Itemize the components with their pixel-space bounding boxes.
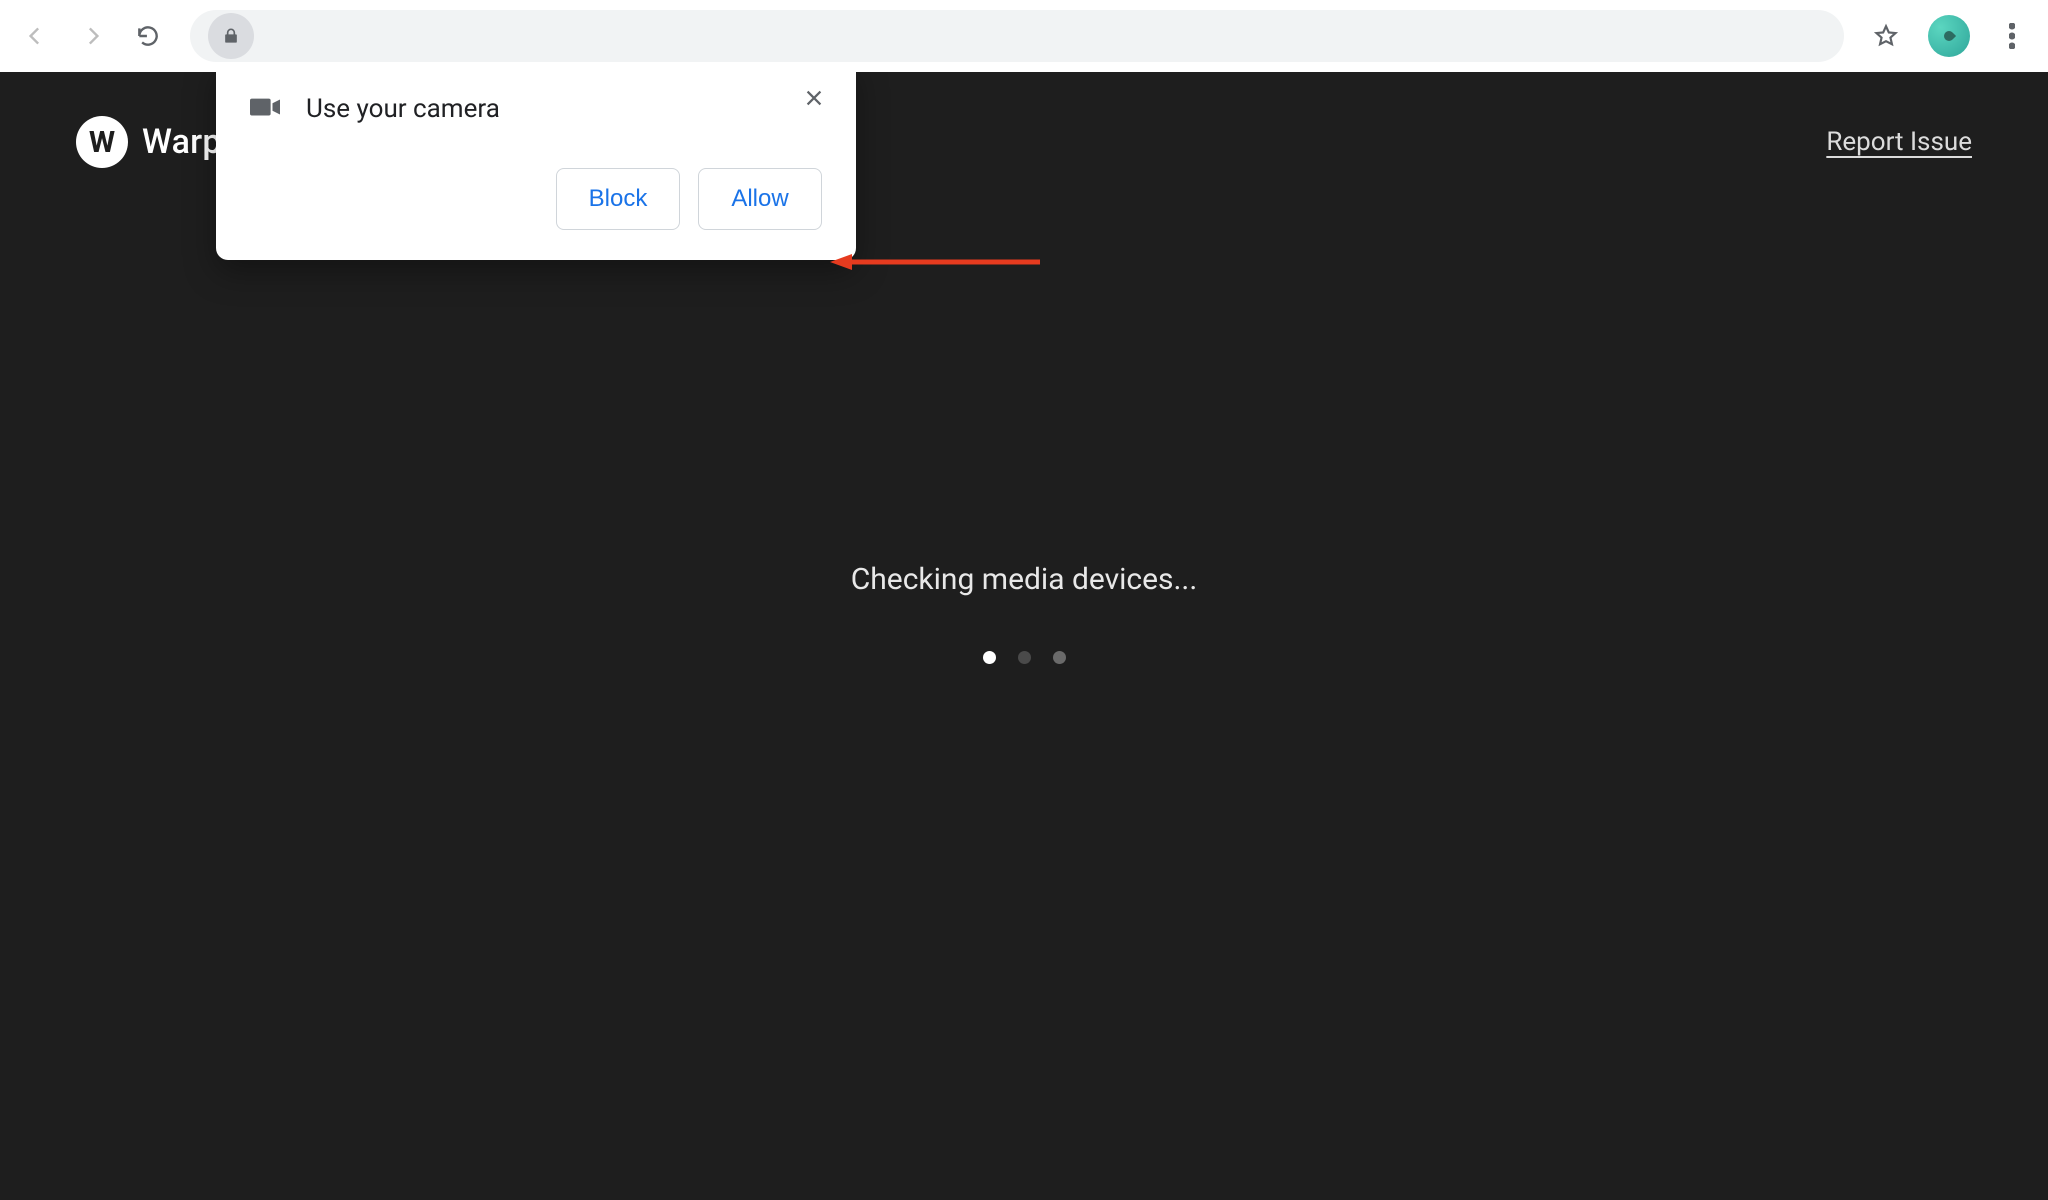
brand: W Warp	[76, 116, 222, 168]
close-icon	[803, 87, 825, 109]
loading-dot	[983, 651, 996, 664]
reload-button[interactable]	[124, 12, 172, 60]
report-issue-link[interactable]: Report Issue	[1826, 127, 1972, 157]
forward-button[interactable]	[68, 12, 116, 60]
kebab-menu-icon	[2009, 23, 2015, 49]
star-icon	[1873, 23, 1899, 49]
profile-avatar[interactable]	[1928, 15, 1970, 57]
bookmark-button[interactable]	[1862, 12, 1910, 60]
page-body: W Warp Report Issue Checking media devic…	[0, 72, 2048, 1200]
annotation-arrow	[830, 252, 1040, 272]
brand-logo: W	[76, 116, 128, 168]
reload-icon	[135, 23, 161, 49]
lock-icon	[221, 26, 241, 46]
address-bar[interactable]	[190, 10, 1844, 62]
status-area: Checking media devices...	[0, 562, 2048, 664]
camera-icon	[250, 96, 280, 122]
loading-indicator	[0, 651, 2048, 664]
arrow-left-icon	[23, 23, 49, 49]
status-text: Checking media devices...	[0, 562, 2048, 597]
block-button[interactable]: Block	[556, 168, 680, 230]
brand-name: Warp	[142, 122, 222, 162]
site-info-button[interactable]	[208, 13, 254, 59]
dialog-close-button[interactable]	[796, 80, 832, 116]
arrow-right-icon	[79, 23, 105, 49]
permission-message: Use your camera	[306, 94, 500, 124]
browser-menu-button[interactable]	[1988, 12, 2036, 60]
browser-toolbar	[0, 0, 2048, 72]
loading-dot	[1053, 651, 1066, 664]
back-button[interactable]	[12, 12, 60, 60]
permission-dialog: Use your camera Block Allow	[216, 72, 856, 260]
loading-dot	[1018, 651, 1031, 664]
allow-button[interactable]: Allow	[698, 168, 822, 230]
